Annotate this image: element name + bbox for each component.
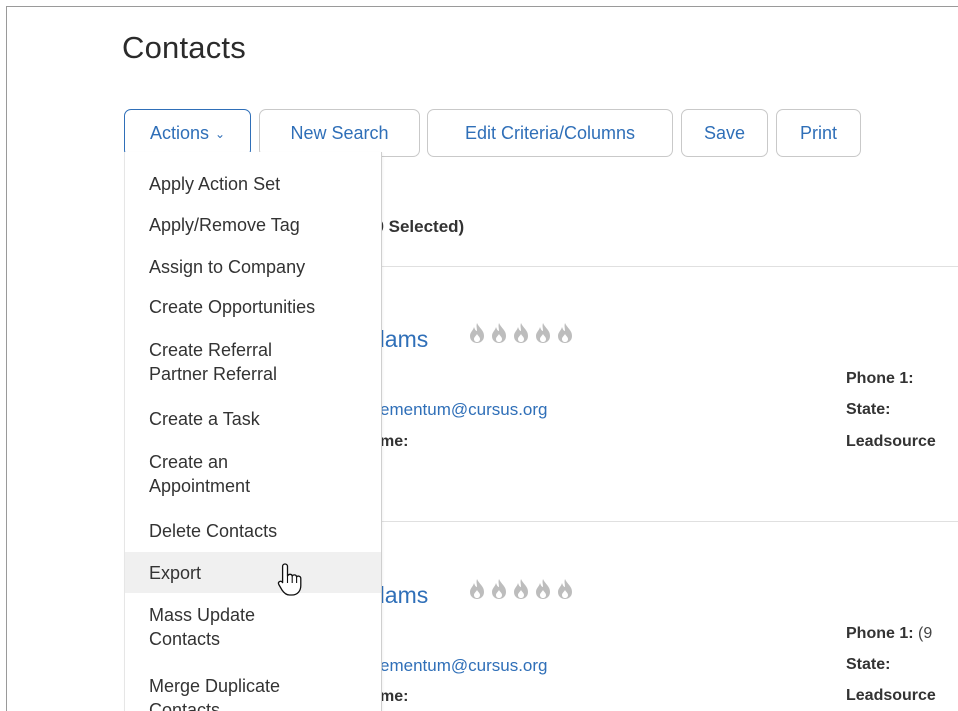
- state-label: State:: [846, 656, 891, 673]
- leadsource-label: Leadsource: [846, 687, 936, 704]
- phone-value: (9: [918, 625, 933, 642]
- menu-item-label: Appointment: [149, 476, 251, 496]
- menu-item-label: Apply Action Set: [149, 174, 281, 194]
- actions-button-label: Actions: [149, 122, 209, 143]
- flame-icon: [558, 579, 572, 599]
- actions-dropdown-menu: Apply Action Set Apply/Remove Tag Assign…: [124, 152, 382, 711]
- menu-item-create-referral[interactable]: Create Referral Partner Referral: [125, 338, 381, 386]
- page-title: Contacts: [122, 30, 246, 65]
- menu-item-delete-contacts[interactable]: Delete Contacts: [125, 519, 381, 543]
- phone-label: Phone 1: (9: [846, 625, 933, 642]
- hand-pointer-icon: [277, 563, 302, 596]
- flame-icon: [492, 579, 506, 599]
- phone-label: Phone 1:: [846, 370, 914, 387]
- flame-icon: [514, 579, 528, 599]
- flame-icon: [536, 579, 550, 599]
- edit-criteria-button[interactable]: Edit Criteria/Columns: [427, 109, 673, 157]
- flame-icon: [470, 323, 484, 343]
- menu-item-label: Create Opportunities: [149, 297, 316, 317]
- flame-icon: [536, 323, 550, 343]
- flame-icon: [514, 323, 528, 343]
- menu-item-label: Apply/Remove Tag: [149, 215, 300, 235]
- state-label: State:: [846, 401, 891, 418]
- menu-item-assign-to-company[interactable]: Assign to Company: [125, 255, 381, 279]
- chevron-down-icon: ⌄: [214, 127, 226, 141]
- menu-item-label: Mass Update: [149, 605, 256, 625]
- menu-item-label: Create an: [149, 452, 229, 472]
- lead-score: [468, 322, 574, 344]
- flame-icon: [558, 323, 572, 343]
- flame-icon: [492, 323, 506, 343]
- menu-item-label: Contacts: [149, 700, 221, 711]
- menu-item-apply-remove-tag[interactable]: Apply/Remove Tag: [125, 213, 381, 237]
- menu-item-label: Merge Duplicate: [149, 676, 281, 696]
- contact-email-link[interactable]: ementum@cursus.org: [380, 656, 548, 676]
- actions-button[interactable]: Actions ⌄: [124, 109, 251, 157]
- menu-item-merge-duplicate-contacts[interactable]: Merge Duplicate Contacts: [125, 674, 381, 711]
- window-border-top: [6, 6, 958, 7]
- menu-item-label: Delete Contacts: [149, 521, 278, 541]
- new-search-button[interactable]: New Search: [259, 109, 420, 157]
- menu-item-label: Create a Task: [149, 409, 260, 429]
- menu-item-label: Export: [149, 563, 202, 583]
- menu-item-export[interactable]: Export: [125, 552, 381, 593]
- menu-item-mass-update-contacts[interactable]: Mass Update Contacts: [125, 603, 381, 651]
- contact-field-label: me:: [380, 433, 409, 450]
- menu-item-create-opportunities[interactable]: Create Opportunities: [125, 295, 381, 319]
- menu-item-label: Partner Referral: [149, 364, 278, 384]
- save-button[interactable]: Save: [681, 109, 768, 157]
- menu-item-label: Assign to Company: [149, 257, 306, 277]
- window-border-left: [6, 6, 7, 711]
- menu-item-label: Contacts: [149, 629, 221, 649]
- flame-icon: [470, 579, 484, 599]
- contact-field-label: me:: [380, 688, 409, 705]
- menu-item-apply-action-set[interactable]: Apply Action Set: [125, 172, 381, 196]
- print-button[interactable]: Print: [776, 109, 861, 157]
- menu-item-create-appointment[interactable]: Create an Appointment: [125, 450, 381, 498]
- menu-item-create-task[interactable]: Create a Task: [125, 407, 381, 431]
- contact-email-link[interactable]: ementum@cursus.org: [380, 400, 548, 420]
- lead-score: [468, 578, 574, 600]
- menu-item-label: Create Referral: [149, 340, 273, 360]
- leadsource-label: Leadsource: [846, 433, 936, 450]
